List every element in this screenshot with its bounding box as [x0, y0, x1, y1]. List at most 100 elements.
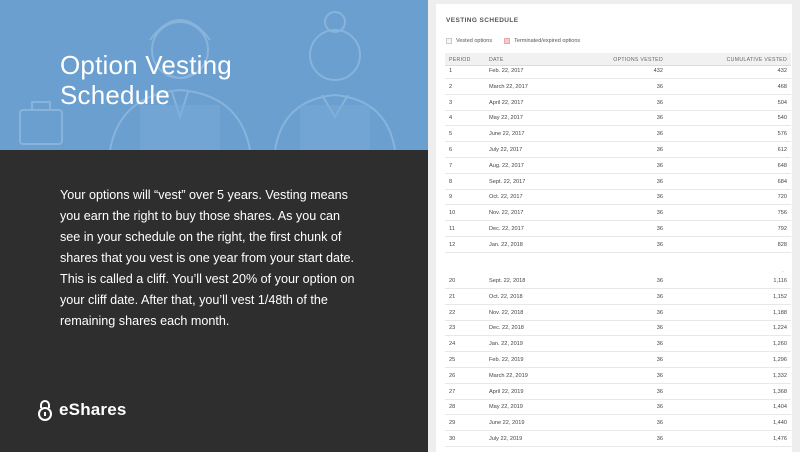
- cumulative-vested-cell: 792: [777, 226, 787, 232]
- date-cell: March 22, 2019: [489, 372, 528, 379]
- table-row: 6 July 22, 2017 36 612: [445, 142, 791, 158]
- options-vested-cell: 36: [656, 83, 663, 90]
- cumulative-vested-cell: 612: [777, 147, 787, 153]
- table-row: 1 Feb. 22, 2017 432 432: [445, 63, 791, 79]
- period-cell: 11: [449, 226, 455, 232]
- table-row: 27 April 22, 2019 36 1,368: [445, 384, 791, 400]
- date-cell: April 22, 2017: [489, 99, 524, 106]
- period-cell: 1: [449, 68, 453, 74]
- period-cell: 20: [449, 278, 456, 284]
- hero-banner: Option Vesting Schedule: [0, 0, 428, 150]
- date-cell: Jan. 22, 2018: [489, 241, 523, 248]
- cumulative-vested-cell: 1,368: [773, 388, 787, 395]
- vested-swatch: [446, 38, 452, 44]
- table-row: 20 Sept. 22, 2018 36 1,116: [445, 273, 791, 289]
- period-cell: 27: [449, 388, 456, 395]
- legend-vested: Vested options: [446, 38, 492, 44]
- date-cell: Jan. 22, 2019: [489, 341, 523, 348]
- period-cell: 8: [449, 178, 453, 185]
- schedule-title: VESTING SCHEDULE: [446, 17, 519, 24]
- table-row: 22 Nov. 22, 2018 36 1,188: [445, 305, 791, 321]
- table-row: 12 Jan. 22, 2018 36 828: [445, 237, 791, 253]
- terminated-swatch: [504, 38, 511, 44]
- options-vested-cell: 36: [656, 436, 663, 442]
- options-vested-cell: 36: [656, 147, 663, 153]
- table-row: 25 Feb. 22, 2019 36 1,296: [445, 352, 791, 368]
- table-row: 23 Dec. 22, 2018 36 1,224: [445, 320, 791, 337]
- options-vested-cell: 36: [656, 278, 663, 284]
- date-cell: July 22, 2019: [489, 436, 523, 442]
- date-cell: Oct. 22, 2018: [489, 293, 523, 300]
- period-cell: 9: [449, 194, 453, 201]
- date-cell: Nov. 22, 2018: [489, 309, 524, 316]
- info-panel: Option Vesting Schedule Your options wil…: [0, 0, 428, 452]
- date-cell: Sept. 22, 2017: [489, 178, 526, 185]
- date-cell: May 22, 2017: [489, 115, 523, 122]
- table-row: 24 Jan. 22, 2019 36 1,260: [445, 336, 791, 353]
- period-cell: 6: [449, 147, 453, 153]
- period-cell: 23: [449, 325, 456, 332]
- cumulative-vested-cell: 504: [777, 99, 787, 106]
- cumulative-vested-cell: 468: [777, 83, 787, 90]
- cumulative-vested-cell: 576: [777, 131, 787, 138]
- cumulative-vested-cell: 1,152: [773, 293, 787, 300]
- description-panel: Your options will “vest” over 5 years. V…: [0, 150, 428, 452]
- cumulative-vested-cell: 1,224: [773, 325, 787, 332]
- options-vested-cell: 36: [656, 178, 663, 185]
- period-cell: 10: [449, 210, 456, 217]
- table-row: 8 Sept. 22, 2017 36 684: [445, 174, 791, 190]
- legend-vested-label: Vested options: [456, 38, 493, 44]
- options-vested-cell: 36: [656, 309, 663, 316]
- brand-logo: eShares: [37, 399, 127, 421]
- cumulative-vested-cell: 1,188: [773, 309, 787, 316]
- table-row: 28 May 22, 2019 36 1,404: [445, 399, 791, 416]
- options-vested-cell: 36: [656, 226, 663, 232]
- date-cell: Oct. 22, 2017: [489, 194, 523, 201]
- cumulative-vested-cell: 1,260: [773, 341, 787, 348]
- date-cell: Sept. 22, 2018: [489, 278, 526, 284]
- date-cell: June 22, 2019: [489, 420, 525, 427]
- cumulative-vested-cell: 828: [777, 241, 787, 248]
- date-cell: Nov. 22, 2017: [489, 210, 524, 217]
- table-row: 26 March 22, 2019 36 1,332: [445, 368, 791, 384]
- date-cell: April 22, 2019: [489, 388, 524, 395]
- table-row: 9 Oct. 22, 2017 36 720: [445, 189, 791, 206]
- table-row: 30 July 22, 2019 36 1,476: [445, 431, 791, 447]
- cumulative-vested-cell: 1,296: [773, 357, 787, 363]
- table-row: 5 June 22, 2017 36 576: [445, 126, 791, 143]
- options-vested-cell: 36: [656, 293, 663, 300]
- cumulative-vested-cell: 756: [777, 210, 787, 217]
- cumulative-vested-cell: 1,440: [773, 420, 787, 427]
- period-cell: 26: [449, 372, 456, 379]
- options-vested-cell: 36: [656, 194, 663, 201]
- period-cell: 7: [449, 162, 453, 169]
- cumulative-vested-cell: 684: [777, 178, 787, 185]
- cumulative-vested-cell: 1,116: [773, 278, 787, 284]
- period-cell: 22: [449, 309, 456, 316]
- period-cell: 30: [449, 436, 456, 442]
- options-vested-cell: 36: [656, 325, 663, 332]
- brand-name: eShares: [59, 400, 127, 419]
- options-vested-cell: 36: [656, 420, 663, 427]
- period-cell: 5: [449, 131, 453, 138]
- cumulative-vested-cell: 648: [777, 162, 787, 169]
- options-vested-cell: 36: [656, 162, 663, 169]
- vesting-description: Your options will “vest” over 5 years. V…: [60, 188, 355, 328]
- cumulative-vested-cell: 1,404: [773, 404, 787, 411]
- legend-terminated-label: Terminated/expired options: [514, 38, 581, 44]
- period-cell: 4: [449, 115, 453, 122]
- cumulative-vested-cell: 432: [777, 68, 787, 74]
- options-vested-cell: 36: [656, 99, 663, 106]
- date-cell: June 22, 2017: [489, 131, 525, 138]
- options-vested-cell: 36: [656, 388, 663, 395]
- period-cell: 3: [449, 99, 453, 106]
- options-vested-cell: 432: [653, 68, 663, 74]
- period-cell: 2: [449, 83, 453, 90]
- date-cell: Dec. 22, 2017: [489, 226, 524, 232]
- date-cell: May 22, 2019: [489, 404, 523, 411]
- period-cell: 24: [449, 341, 456, 348]
- options-vested-cell: 36: [656, 210, 663, 217]
- table-row: 11 Dec. 22, 2017 36 792: [445, 221, 791, 237]
- title-line-1: Option Vesting: [60, 50, 232, 80]
- page-title: Option Vesting Schedule: [60, 50, 232, 110]
